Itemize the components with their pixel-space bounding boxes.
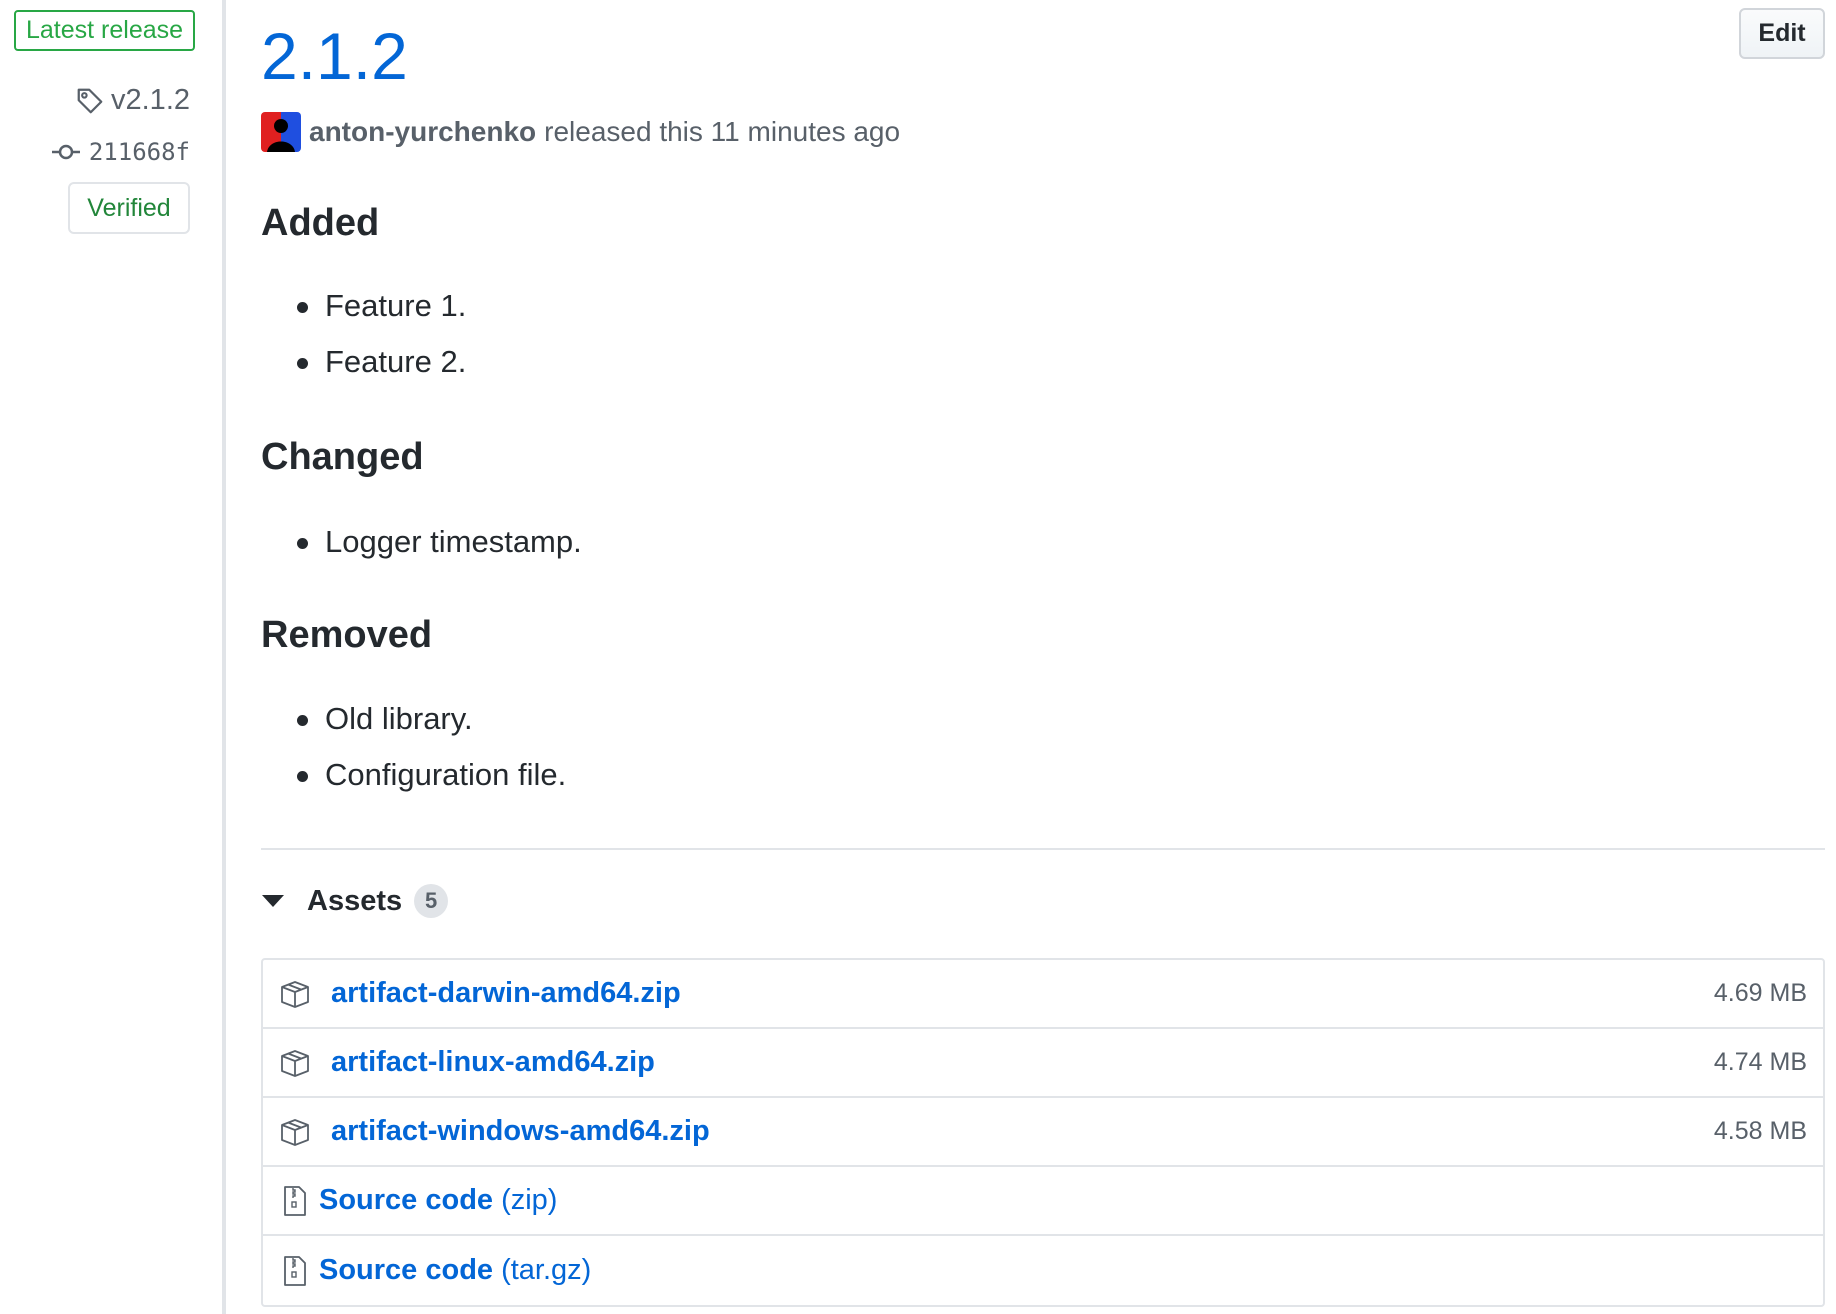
source-code-row: Source code (zip) xyxy=(263,1167,1823,1236)
released-text: released this 11 minutes ago xyxy=(544,116,901,147)
tag-name: v2.1.2 xyxy=(111,84,190,116)
author-link[interactable]: anton-yurchenko xyxy=(309,116,536,148)
changed-list: Logger timestamp. xyxy=(261,514,582,570)
asset-size: 4.58 MB xyxy=(1713,1117,1807,1145)
asset-link[interactable]: artifact-windows-amd64.zip xyxy=(331,1115,710,1148)
source-code-zip-link[interactable]: Source code xyxy=(319,1184,493,1217)
asset-row: artifact-windows-amd64.zip 4.58 MB xyxy=(263,1098,1823,1167)
commit-icon xyxy=(51,144,80,160)
source-format[interactable]: (zip) xyxy=(501,1184,557,1217)
section-heading-added: Added xyxy=(261,202,380,244)
release-author-line: anton-yurchenko released this 11 minutes… xyxy=(261,112,900,152)
asset-size: 4.69 MB xyxy=(1713,979,1807,1007)
file-zip-icon xyxy=(284,1185,306,1216)
list-item: Logger timestamp. xyxy=(261,514,582,570)
source-format[interactable]: (tar.gz) xyxy=(501,1254,591,1287)
asset-row: artifact-darwin-amd64.zip 4.69 MB xyxy=(263,960,1823,1029)
list-item: Feature 1. xyxy=(261,278,466,334)
section-heading-removed: Removed xyxy=(261,614,433,656)
avatar[interactable] xyxy=(261,112,301,152)
added-list: Feature 1. Feature 2. xyxy=(261,278,466,390)
source-code-row: Source code (tar.gz) xyxy=(263,1236,1823,1305)
package-icon xyxy=(281,1118,309,1146)
verified-badge[interactable]: Verified xyxy=(68,182,190,234)
file-zip-icon xyxy=(284,1255,306,1286)
edit-button[interactable]: Edit xyxy=(1739,8,1825,59)
asset-link[interactable]: artifact-darwin-amd64.zip xyxy=(331,977,681,1010)
assets-list: artifact-darwin-amd64.zip 4.69 MB artifa… xyxy=(261,958,1825,1307)
assets-toggle[interactable]: Assets 5 xyxy=(261,884,449,918)
list-item: Feature 2. xyxy=(261,334,466,390)
triangle-down-icon xyxy=(262,895,284,907)
section-heading-changed: Changed xyxy=(261,436,424,478)
commit-sha: 211668f xyxy=(88,138,190,166)
asset-size: 4.74 MB xyxy=(1713,1048,1807,1076)
latest-release-badge: Latest release xyxy=(14,10,196,51)
assets-label: Assets xyxy=(307,884,403,917)
assets-count-badge: 5 xyxy=(414,884,449,918)
package-icon xyxy=(281,980,309,1008)
commit-link[interactable]: 211668f xyxy=(51,138,190,166)
release-main: 2.1.2 Edit anton-yurchenko released this… xyxy=(261,0,1825,1314)
release-title[interactable]: 2.1.2 xyxy=(261,18,408,94)
removed-list: Old library. Configuration file. xyxy=(261,691,566,803)
asset-row: artifact-linux-amd64.zip 4.74 MB xyxy=(263,1029,1823,1098)
package-icon xyxy=(281,1049,309,1077)
divider xyxy=(261,848,1825,850)
list-item: Old library. xyxy=(261,691,566,747)
tag-link[interactable]: v2.1.2 xyxy=(75,84,190,117)
list-item: Configuration file. xyxy=(261,747,566,803)
release-sidebar: Latest release v2.1.2 211668f Verified xyxy=(0,0,226,1314)
source-code-targz-link[interactable]: Source code xyxy=(319,1254,493,1287)
asset-link[interactable]: artifact-linux-amd64.zip xyxy=(331,1046,655,1079)
tag-icon xyxy=(77,88,103,113)
